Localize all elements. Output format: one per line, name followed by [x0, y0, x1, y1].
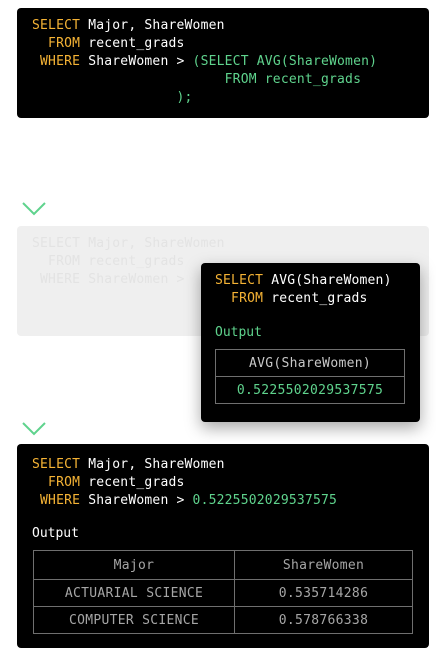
from-table: recent_grads [80, 36, 185, 51]
subquery-close: ); [32, 90, 193, 105]
faded-line-2: FROM recent_grads [32, 253, 185, 271]
output-label: Output [32, 526, 79, 541]
majors-result-table: Major ShareWomen ACTUARIAL SCIENCE 0.535… [33, 550, 413, 634]
keyword-from: FROM [32, 475, 81, 490]
keyword-select: SELECT [215, 273, 264, 288]
arrow-down-icon [22, 130, 46, 216]
final-line-3: WHERE ShareWomen > 0.5225502029537575 [32, 492, 337, 510]
table-row: COMPUTER SCIENCE 0.578766338 [33, 606, 413, 634]
sharewomen-cell: 0.578766338 [234, 606, 413, 634]
where-condition: ShareWomen > [80, 493, 193, 508]
subquery-panel: SELECT AVG(ShareWomen) FROM recent_grads… [201, 263, 420, 422]
faded-keyword-from: FROM [32, 254, 81, 269]
final-query-panel: SELECT Major, ShareWomen FROM recent_gra… [17, 444, 429, 648]
faded-select-columns: Major, ShareWomen [80, 236, 225, 251]
major-cell: COMPUTER SCIENCE [33, 606, 235, 634]
select-avg: AVG(ShareWomen) [263, 273, 392, 288]
select-columns: Major, ShareWomen [80, 18, 225, 33]
avg-header: AVG(ShareWomen) [215, 349, 405, 377]
code-line-2: FROM recent_grads [32, 35, 185, 53]
faded-keyword-where: WHERE [32, 272, 81, 287]
keyword-select: SELECT [32, 457, 81, 472]
avg-result-table: AVG(ShareWomen) 0.5225502029537575 [215, 349, 405, 404]
faded-from-table: recent_grads [80, 254, 185, 269]
code-line-4: FROM recent_grads [32, 71, 361, 89]
subquery-line-1: SELECT AVG(ShareWomen) [215, 272, 392, 290]
keyword-from: FROM [32, 36, 81, 51]
column-header-sharewomen: ShareWomen [234, 550, 413, 580]
keyword-where: WHERE [32, 54, 81, 69]
subquery-from: FROM recent_grads [32, 72, 362, 87]
faded-line-3: WHERE ShareWomen > [32, 271, 185, 289]
faded-where-condition: ShareWomen > [80, 272, 185, 287]
final-line-2: FROM recent_grads [32, 474, 185, 492]
from-table: recent_grads [80, 475, 185, 490]
table-row: ACTUARIAL SCIENCE 0.535714286 [33, 579, 413, 607]
full-query-panel: SELECT Major, ShareWomen FROM recent_gra… [17, 8, 429, 118]
arrow-down-icon [22, 350, 46, 436]
final-line-1: SELECT Major, ShareWomen [32, 456, 225, 474]
keyword-select: SELECT [32, 18, 81, 33]
select-columns: Major, ShareWomen [80, 457, 225, 472]
faded-line-1: SELECT Major, ShareWomen [32, 235, 225, 253]
sharewomen-cell: 0.535714286 [234, 579, 413, 607]
table-header-row: Major ShareWomen [33, 550, 413, 580]
keyword-from: FROM [215, 291, 264, 306]
major-cell: ACTUARIAL SCIENCE [33, 579, 235, 607]
avg-value: 0.5225502029537575 [215, 376, 405, 404]
where-condition: ShareWomen > [80, 54, 193, 69]
code-line-5: ); [32, 89, 193, 107]
output-label: Output [215, 325, 262, 340]
code-line-3: WHERE ShareWomen > (SELECT AVG(ShareWome… [32, 53, 377, 71]
subquery-line-2: FROM recent_grads [215, 290, 368, 308]
subquery-start: (SELECT AVG(ShareWomen) [192, 54, 378, 69]
column-header-major: Major [33, 550, 235, 580]
from-table: recent_grads [263, 291, 368, 306]
average-value: 0.5225502029537575 [192, 493, 338, 508]
keyword-where: WHERE [32, 493, 81, 508]
code-line-1: SELECT Major, ShareWomen [32, 17, 225, 35]
faded-keyword-select: SELECT [32, 236, 81, 251]
